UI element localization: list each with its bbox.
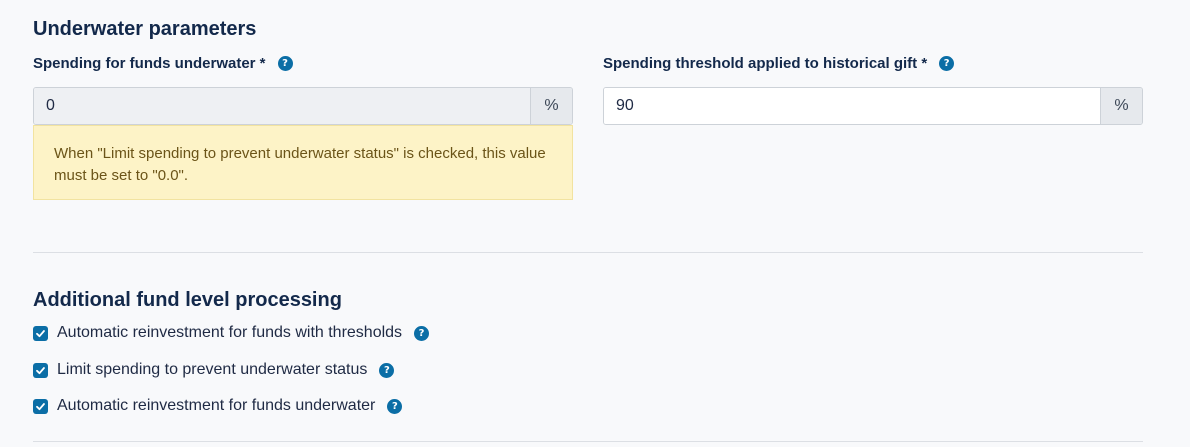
- processing-section-title: Additional fund level processing: [33, 289, 342, 311]
- spending-warning-alert: When "Limit spending to prevent underwat…: [33, 125, 573, 200]
- threshold-input[interactable]: [604, 88, 1100, 124]
- option-label: Limit spending to prevent underwater sta…: [57, 361, 368, 378]
- spending-underwater-label: Spending for funds underwater * ?: [33, 55, 293, 72]
- checkbox-checked[interactable]: [33, 325, 48, 341]
- checkmark-icon: [36, 402, 45, 410]
- help-icon[interactable]: ?: [277, 56, 293, 71]
- option-label: Automatic reinvestment for funds with th…: [57, 324, 403, 341]
- threshold-label-text: Spending threshold applied to historical…: [603, 55, 928, 72]
- percent-addon: %: [530, 88, 572, 124]
- option-label: Automatic reinvestment for funds underwa…: [57, 397, 376, 414]
- spending-underwater-input[interactable]: [34, 88, 530, 124]
- threshold-label: Spending threshold applied to historical…: [603, 55, 955, 72]
- percent-addon: %: [1100, 88, 1142, 124]
- section-divider: [33, 252, 1143, 253]
- checkbox-checked[interactable]: [33, 362, 48, 378]
- underwater-section-title: Underwater parameters: [33, 18, 257, 40]
- help-icon[interactable]: ?: [379, 362, 395, 378]
- help-icon[interactable]: ?: [387, 398, 403, 414]
- spending-underwater-field: %: [33, 87, 573, 125]
- checkbox-checked[interactable]: [33, 398, 48, 414]
- checkmark-icon: [36, 366, 45, 374]
- section-divider: [33, 441, 1143, 442]
- threshold-field: %: [603, 87, 1143, 125]
- spending-underwater-label-text: Spending for funds underwater *: [33, 55, 266, 72]
- checkmark-icon: [36, 329, 45, 337]
- option-reinvest-underwater[interactable]: Automatic reinvestment for funds underwa…: [33, 397, 403, 415]
- help-icon[interactable]: ?: [939, 56, 955, 71]
- option-reinvest-thresholds[interactable]: Automatic reinvestment for funds with th…: [33, 324, 430, 342]
- option-limit-spending[interactable]: Limit spending to prevent underwater sta…: [33, 361, 395, 379]
- help-icon[interactable]: ?: [414, 325, 430, 341]
